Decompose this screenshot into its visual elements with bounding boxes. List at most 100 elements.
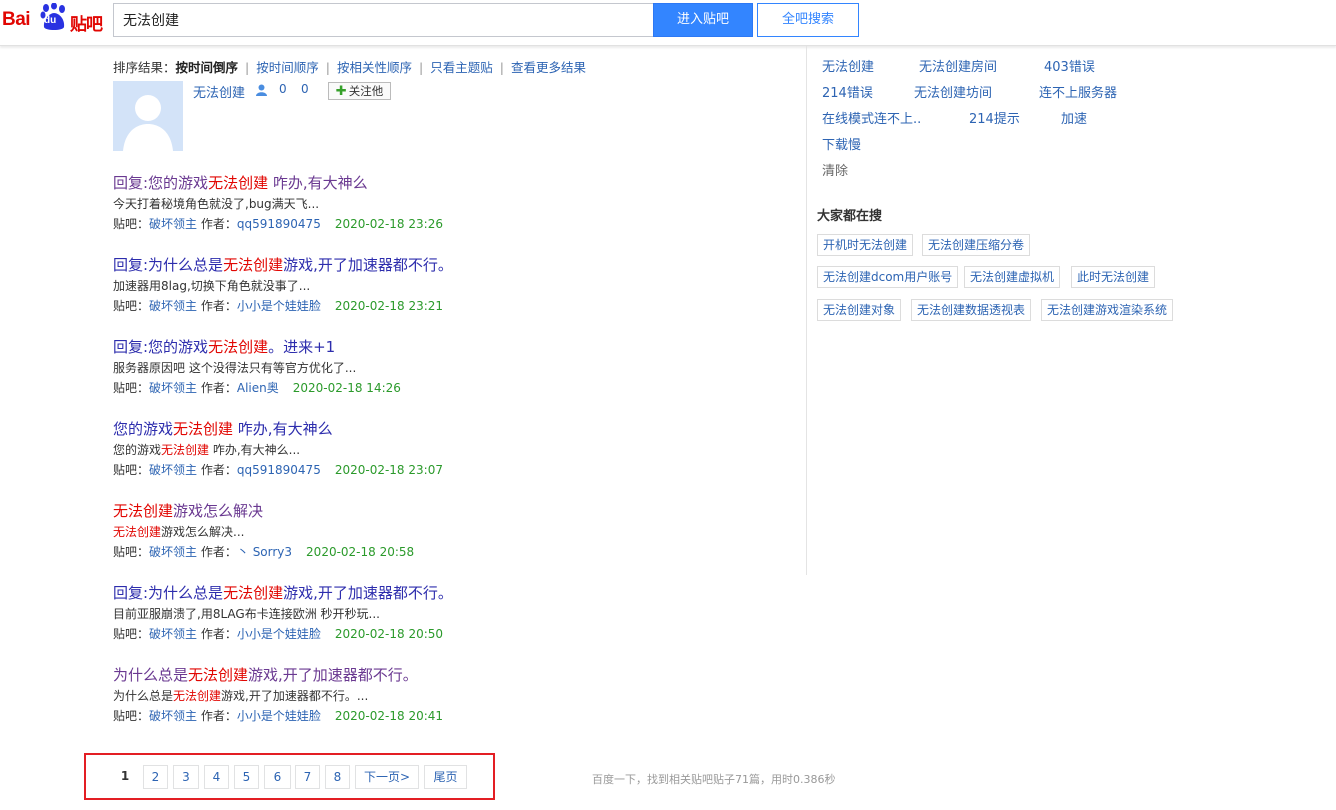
result-time: 2020-02-18 20:41 [334,709,444,723]
clear-history-link[interactable]: 清除 [822,160,848,179]
related-link[interactable]: 在线模式连不上.. [822,108,921,127]
result-time: 2020-02-18 14:26 [292,381,401,395]
logo-bai: Bai [2,9,31,30]
person-icon [256,84,267,96]
result-item: 回复:您的游戏无法创建。进来+1 服务器原因吧 这个没得法只有等官方优化了...… [113,337,793,396]
result-meta: 贴吧：破坏领主 作者：qq591890475 2020-02-18 23:07 [113,463,443,477]
column-divider [806,46,807,575]
logo-du: du [44,15,57,26]
result-title-link[interactable]: 回复:您的游戏无法创建。进来+1 [113,337,793,357]
more-results-link[interactable]: 查看更多结果 [511,60,586,75]
last-page-button[interactable]: 尾页 [424,765,467,789]
page-current: 1 [120,769,130,783]
result-bar-link[interactable]: 破坏领主 [149,463,197,477]
result-meta: 贴吧：破坏领主 作者：Alien奥 2020-02-18 14:26 [113,381,401,395]
result-snippet: 为什么总是无法创建游戏,开了加速器都不行。... [113,689,369,703]
result-time: 2020-02-18 23:26 [334,217,443,231]
sort-time-asc-link[interactable]: 按时间顺序 [256,60,319,75]
follow-button[interactable]: ✚ 关注他 [328,82,391,100]
related-link[interactable]: 无法创建房间 [919,56,997,75]
result-bar-link[interactable]: 破坏领主 [149,709,197,723]
search-all-button[interactable]: 全吧搜索 [757,3,859,37]
result-item: 为什么总是无法创建游戏,开了加速器都不行。 为什么总是无法创建游戏,开了加速器都… [113,665,793,724]
result-snippet: 加速器用8lag,切换下角色就没事了... [113,279,311,293]
result-bar-link[interactable]: 破坏领主 [149,381,197,395]
related-link[interactable]: 无法创建坊间 [914,82,992,101]
hot-search-tag[interactable]: 开机时无法创建 [817,234,914,256]
page-link[interactable]: 5 [234,765,259,789]
result-title-link[interactable]: 回复:您的游戏无法创建 咋办,有大神么 [113,173,793,193]
result-meta: 贴吧：破坏领主 作者：小小是个娃娃脸 2020-02-18 23:21 [113,299,444,313]
result-meta: 贴吧：破坏领主 作者：小小是个娃娃脸 2020-02-18 20:41 [113,709,444,723]
result-title-link[interactable]: 回复:为什么总是无法创建游戏,开了加速器都不行。 [113,583,793,603]
baidu-tieba-logo[interactable]: Bai du 贴吧 [2,1,106,35]
plus-icon: ✚ [335,84,347,99]
hot-search-tag[interactable]: 无法创建虚拟机 [964,266,1061,288]
page-link[interactable]: 3 [173,765,199,789]
page-link[interactable]: 4 [204,765,229,789]
search-input[interactable] [113,3,654,37]
result-meta: 贴吧：破坏领主 作者：丶 Sorry3 2020-02-18 20:58 [113,545,415,559]
result-snippet: 无法创建游戏怎么解决... [113,525,245,539]
related-link[interactable]: 连不上服务器 [1039,82,1117,101]
result-stats: 百度一下，找到相关贴吧贴子71篇，用时0.386秒 [592,773,836,786]
result-title-link[interactable]: 您的游戏无法创建 咋办,有大神么 [113,419,793,439]
follow-label: 关注他 [348,84,384,98]
logo-tieba: 贴吧 [70,15,103,35]
hot-search-tag[interactable]: 无法创建数据透视表 [911,299,1032,321]
related-link[interactable]: 214提示 [969,108,1020,127]
result-bar-link[interactable]: 破坏领主 [149,545,197,559]
hot-search-tag[interactable]: 无法创建dcom用户账号 [817,266,959,288]
result-meta: 贴吧：破坏领主 作者：小小是个娃娃脸 2020-02-18 20:50 [113,627,444,641]
fans-count[interactable]: 0 [301,82,309,96]
result-title-link[interactable]: 回复:为什么总是无法创建游戏,开了加速器都不行。 [113,255,793,275]
hot-search-tag[interactable]: 无法创建游戏渲染系统 [1041,299,1174,321]
default-avatar-icon [113,81,183,151]
user-name-link[interactable]: 无法创建 [193,82,245,101]
sort-current: 按时间倒序 [175,60,239,75]
result-meta: 贴吧：破坏领主 作者：qq591890475 2020-02-18 23:26 [113,217,443,231]
result-author-link[interactable]: 小小是个娃娃脸 [237,299,321,313]
result-author-link[interactable]: qq591890475 [237,463,321,477]
page-link[interactable]: 6 [264,765,291,789]
related-link[interactable]: 403错误 [1044,56,1095,75]
result-author-link[interactable]: 小小是个娃娃脸 [237,709,321,723]
related-link[interactable]: 下载慢 [822,134,861,153]
hot-search-tag[interactable]: 此时无法创建 [1071,266,1156,288]
result-bar-link[interactable]: 破坏领主 [149,299,197,313]
related-searches: 无法创建 无法创建房间 403错误 214错误 无法创建坊间 连不上服务器 在线… [822,53,1162,183]
result-item: 回复:为什么总是无法创建游戏,开了加速器都不行。 加速器用8lag,切换下角色就… [113,255,793,314]
result-title-link[interactable]: 为什么总是无法创建游戏,开了加速器都不行。 [113,665,793,685]
result-item: 回复:您的游戏无法创建 咋办,有大神么 今天打着秘境角色就没了,bug满天飞..… [113,173,793,232]
page-link[interactable]: 2 [143,765,168,789]
page-link[interactable]: 8 [325,765,350,789]
related-link[interactable]: 加速 [1061,108,1087,127]
result-author-link[interactable]: qq591890475 [237,217,321,231]
result-time: 2020-02-18 23:07 [334,463,443,477]
result-item: 您的游戏无法创建 咋办,有大神么 您的游戏无法创建 咋办,有大神么... 贴吧：… [113,419,793,478]
result-snippet: 您的游戏无法创建 咋办,有大神么... [113,443,301,457]
hot-search-tag[interactable]: 无法创建对象 [817,299,902,321]
result-bar-link[interactable]: 破坏领主 [149,217,197,231]
hot-searches-title: 大家都在搜 [817,209,883,224]
related-link[interactable]: 无法创建 [822,56,874,75]
result-time: 2020-02-18 20:50 [334,627,444,641]
only-threads-link[interactable]: 只看主题贴 [430,60,493,75]
enter-tieba-button[interactable]: 进入贴吧 [653,3,753,37]
user-card: 无法创建 0 0 ✚ 关注他 [113,81,513,153]
result-bar-link[interactable]: 破坏领主 [149,627,197,641]
result-author-link[interactable]: 小小是个娃娃脸 [237,627,321,641]
result-author-link[interactable]: 丶 Sorry3 [237,545,292,559]
result-author-link[interactable]: Alien奥 [237,381,279,395]
avatar[interactable] [113,81,183,151]
following-count[interactable]: 0 [279,82,287,96]
page-link[interactable]: 7 [295,765,320,789]
sort-relevance-link[interactable]: 按相关性顺序 [337,60,412,75]
result-title-link[interactable]: 无法创建游戏怎么解决 [113,501,793,521]
related-link[interactable]: 214错误 [822,82,873,101]
sort-bar: 排序结果：按时间倒序 | 按时间顺序 | 按相关性顺序 | 只看主题贴 | 查看更多结果 [113,60,586,75]
result-time: 2020-02-18 23:21 [334,299,444,313]
result-time: 2020-02-18 20:58 [306,545,415,559]
next-page-button[interactable]: 下一页> [355,765,419,789]
hot-search-tag[interactable]: 无法创建压缩分卷 [922,234,1031,256]
